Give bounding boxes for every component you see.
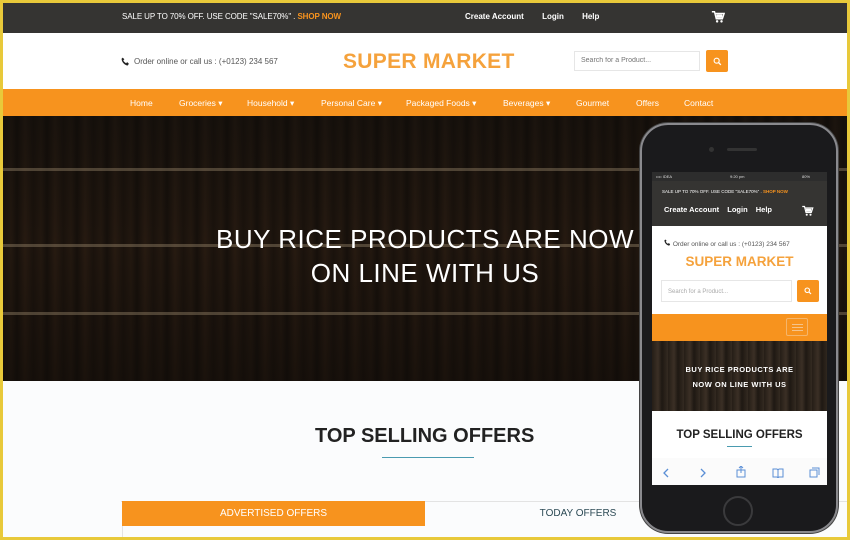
status-battery: 80%: [802, 174, 811, 179]
mobile-offers-title: TOP SELLING OFFERS: [676, 429, 803, 441]
share-icon[interactable]: [736, 465, 746, 483]
hamburger-menu-icon[interactable]: [786, 318, 808, 336]
mobile-contact-text: Order online or call us : (+0123) 234 56…: [672, 241, 790, 248]
mobile-cart-icon[interactable]: [801, 205, 814, 217]
bookmarks-icon[interactable]: [772, 465, 784, 483]
status-time: 9:20 pm: [730, 174, 745, 179]
mobile-hero-banner: BUY RICE PRODUCTS ARE NOW ON LINE WITH U…: [652, 341, 827, 411]
sale-banner: SALE UP TO 70% OFF. USE CODE "SALE70%" .…: [122, 12, 341, 21]
mobile-account-links: Create Account Login Help: [664, 205, 778, 214]
mobile-screen: •••• IDEA 9:20 pm 80% SALE UP TO 70% OFF…: [652, 172, 827, 485]
sale-text: SALE UP TO 70% OFF. USE CODE "SALE70%" .: [122, 12, 298, 21]
offers-title: TOP SELLING OFFERS: [315, 425, 535, 447]
mobile-top-bar: SALE UP TO 70% OFF. USE CODE "SALE70%" .…: [652, 181, 827, 226]
mobile-help-link[interactable]: Help: [756, 205, 772, 214]
mobile-title-underline: [727, 446, 752, 447]
mobile-search-icon: [804, 287, 812, 295]
mobile-contact-info: Order online or call us : (+0123) 234 56…: [664, 239, 790, 248]
mobile-nav-bar: [652, 314, 827, 341]
phone-home-button: [723, 496, 753, 526]
nav-personal-care[interactable]: Personal Care ▾: [321, 98, 382, 109]
phone-icon: [121, 57, 129, 66]
nav-beverages[interactable]: Beverages ▾: [503, 98, 550, 109]
top-bar: SALE UP TO 70% OFF. USE CODE "SALE70%" .…: [3, 3, 847, 33]
mobile-create-account-link[interactable]: Create Account: [664, 205, 719, 214]
phone-camera: [709, 147, 714, 152]
search-input[interactable]: [574, 51, 700, 71]
browser-toolbar: [652, 458, 827, 485]
nav-household[interactable]: Household ▾: [247, 98, 294, 109]
contact-text: Order online or call us : (+0123) 234 56…: [134, 57, 278, 66]
help-link[interactable]: Help: [582, 12, 599, 21]
mobile-login-link[interactable]: Login: [727, 205, 747, 214]
nav-offers[interactable]: Offers: [636, 98, 659, 108]
nav-gourmet[interactable]: Gourmet: [576, 98, 609, 108]
tab-panel-border: [122, 526, 123, 537]
mobile-phone-icon: [664, 239, 671, 246]
mobile-search-button[interactable]: [797, 280, 819, 302]
forward-icon[interactable]: [700, 465, 707, 483]
search-button[interactable]: [706, 50, 728, 72]
search-icon: [713, 57, 721, 65]
phone-speaker: [727, 148, 757, 151]
title-underline: [382, 457, 474, 458]
mobile-status-bar: •••• IDEA 9:20 pm 80%: [652, 172, 827, 181]
tab-advertised-offers[interactable]: ADVERTISED OFFERS: [122, 501, 425, 526]
mobile-search-input[interactable]: Search for a Product...: [661, 280, 792, 302]
status-carrier: •••• IDEA: [656, 174, 673, 179]
nav-packaged-foods[interactable]: Packaged Foods ▾: [406, 98, 476, 109]
cart-icon[interactable]: [711, 10, 725, 24]
nav-home[interactable]: Home: [130, 98, 153, 108]
login-link[interactable]: Login: [542, 12, 564, 21]
mobile-sale-banner: SALE UP TO 70% OFF. USE CODE "SALE70%" .…: [662, 189, 788, 194]
create-account-link[interactable]: Create Account: [465, 12, 524, 21]
mobile-shop-now-link[interactable]: SHOP NOW: [763, 189, 788, 194]
nav-contact[interactable]: Contact: [684, 98, 713, 108]
site-header: Order online or call us : (+0123) 234 56…: [3, 33, 847, 89]
mobile-sale-text: SALE UP TO 70% OFF. USE CODE "SALE70%" .: [662, 189, 763, 194]
contact-info: Order online or call us : (+0123) 234 56…: [121, 57, 278, 66]
site-logo[interactable]: SUPER MARKET: [343, 50, 515, 74]
tabs-icon[interactable]: [809, 465, 820, 483]
shop-now-link[interactable]: SHOP NOW: [297, 12, 341, 21]
main-nav: Home Groceries ▾ Household ▾ Personal Ca…: [3, 89, 847, 116]
back-icon[interactable]: [662, 465, 669, 483]
mobile-hero-line2: NOW ON LINE WITH US: [692, 380, 787, 389]
nav-groceries[interactable]: Groceries ▾: [179, 98, 222, 109]
mobile-hero-line1: BUY RICE PRODUCTS ARE: [685, 365, 794, 374]
mobile-logo[interactable]: SUPER MARKET: [652, 254, 827, 269]
account-links: Create Account Login Help: [465, 12, 615, 21]
